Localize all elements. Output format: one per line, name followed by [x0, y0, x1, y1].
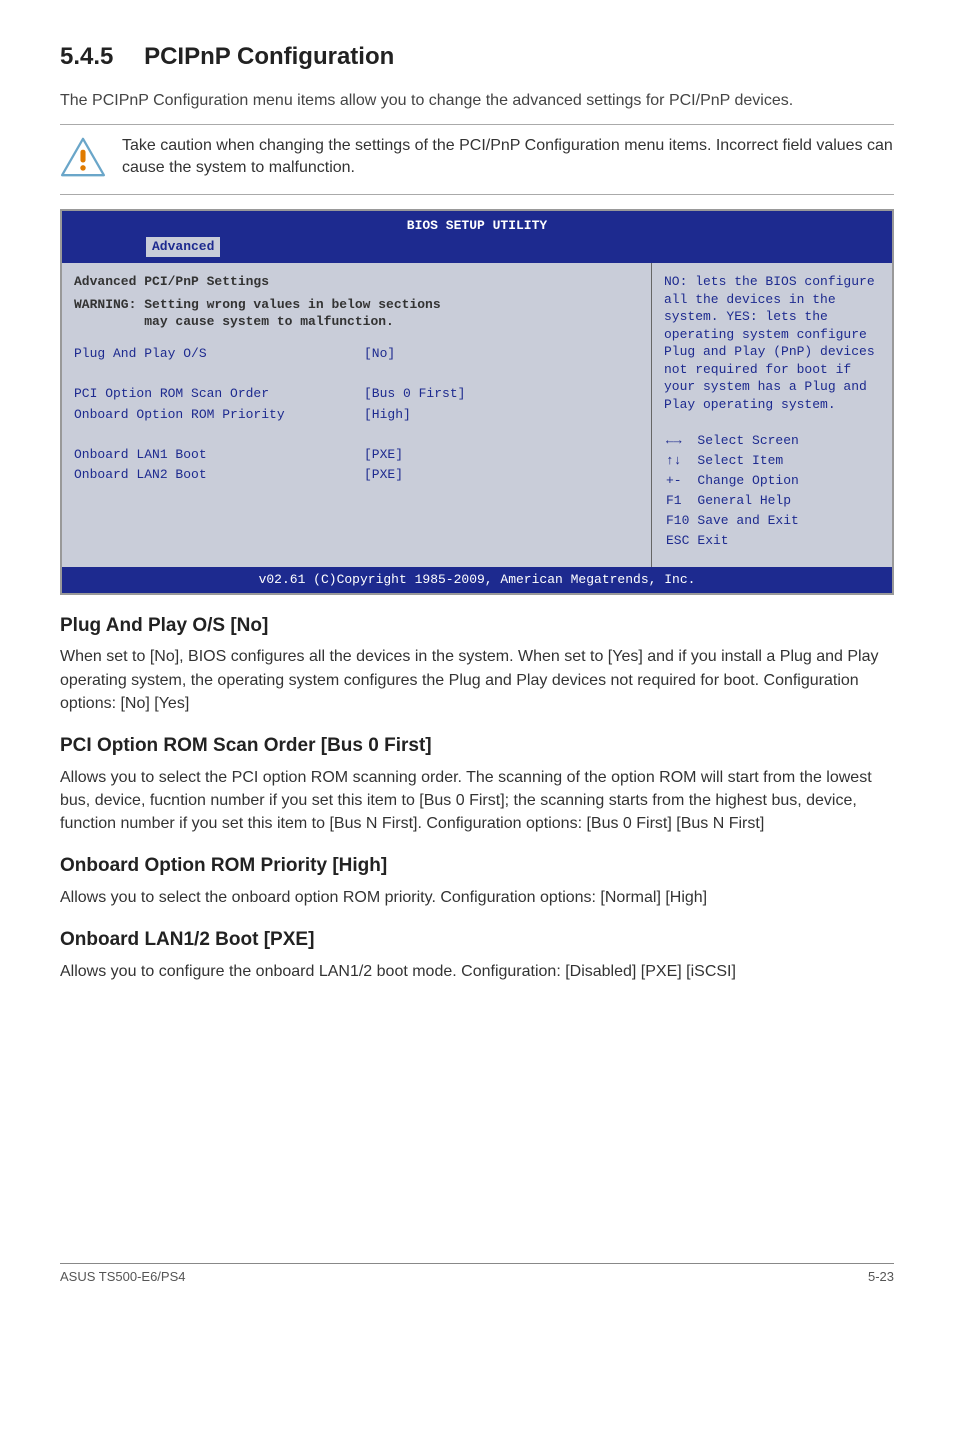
bios-body: Advanced PCI/PnP Settings WARNING: Setti… [62, 263, 892, 567]
subsection-heading: Onboard LAN1/2 Boot [PXE] [60, 927, 894, 954]
bios-footer: v02.61 (C)Copyright 1985-2009, American … [62, 567, 892, 593]
bios-setting-row [74, 426, 639, 444]
bios-tab-advanced: Advanced [146, 237, 220, 257]
bios-setting-key: Plug And Play O/S [74, 345, 364, 363]
bios-setting-value: [No] [364, 345, 639, 363]
bios-left-header: Advanced PCI/PnP Settings [74, 273, 639, 291]
footer-left: ASUS TS500-E6/PS4 [60, 1268, 186, 1286]
subsection-body: Allows you to select the onboard option … [60, 886, 894, 909]
bios-setting-key: Onboard LAN2 Boot [74, 466, 364, 484]
bios-key-action: Select Item [697, 452, 804, 470]
bios-tab-row: Advanced [66, 235, 888, 259]
bios-setting-value: [PXE] [364, 446, 639, 464]
page-footer: ASUS TS500-E6/PS4 5-23 [60, 1268, 894, 1286]
bios-key: ESC [666, 532, 695, 550]
subsection-heading: Plug And Play O/S [No] [60, 613, 894, 640]
bios-key: +- [666, 472, 695, 490]
bios-left-warning: WARNING: Setting wrong values in below s… [74, 297, 639, 331]
divider [60, 194, 894, 195]
bios-setting-row: PCI Option ROM Scan Order[Bus 0 First] [74, 385, 639, 403]
subsection-body: Allows you to configure the onboard LAN1… [60, 960, 894, 983]
bios-setting-row: Onboard LAN1 Boot[PXE] [74, 446, 639, 464]
bios-setting-value: [High] [364, 406, 639, 424]
bios-key: ←→ [666, 432, 695, 450]
section-heading: 5.4.5 PCIPnP Configuration [60, 40, 894, 74]
bios-key-legend: ←→Select Screen↑↓Select Item+-Change Opt… [664, 430, 807, 553]
bios-setting-key: Onboard LAN1 Boot [74, 446, 364, 464]
bios-key-row: F1General Help [666, 492, 805, 510]
bios-setting-key: PCI Option ROM Scan Order [74, 385, 364, 403]
bios-help-text: NO: lets the BIOS configure all the devi… [664, 273, 882, 413]
bios-setting-value: [PXE] [364, 466, 639, 484]
bios-right-pane: NO: lets the BIOS configure all the devi… [652, 263, 892, 567]
bios-setting-value: [Bus 0 First] [364, 385, 639, 403]
caution-callout: Take caution when changing the settings … [60, 131, 894, 188]
divider [60, 124, 894, 125]
bios-setting-row [74, 365, 639, 383]
bios-key-action: General Help [697, 492, 804, 510]
bios-key-row: ↑↓Select Item [666, 452, 805, 470]
bios-key: ↑↓ [666, 452, 695, 470]
bios-title: BIOS SETUP UTILITY [66, 217, 888, 235]
bios-key-action: Save and Exit [697, 512, 804, 530]
subsection-body: Allows you to select the PCI option ROM … [60, 766, 894, 836]
bios-key-row: +-Change Option [666, 472, 805, 490]
footer-right: 5-23 [868, 1268, 894, 1286]
bios-screenshot: BIOS SETUP UTILITY Advanced Advanced PCI… [60, 209, 894, 595]
section-lead: The PCIPnP Configuration menu items allo… [60, 90, 894, 112]
bios-header: BIOS SETUP UTILITY Advanced [62, 211, 892, 263]
section-title-text: PCIPnP Configuration [144, 43, 394, 70]
bios-key: F1 [666, 492, 695, 510]
page-footer-divider [60, 1263, 894, 1264]
bios-setting-row: Plug And Play O/S[No] [74, 345, 639, 363]
subsection-heading: PCI Option ROM Scan Order [Bus 0 First] [60, 733, 894, 760]
section-number: 5.4.5 [60, 40, 113, 74]
bios-key-action: Exit [697, 532, 804, 550]
bios-setting-row: Onboard Option ROM Priority[High] [74, 406, 639, 424]
bios-key-action: Select Screen [697, 432, 804, 450]
bios-key-row: F10Save and Exit [666, 512, 805, 530]
bios-key: F10 [666, 512, 695, 530]
subsection-heading: Onboard Option ROM Priority [High] [60, 853, 894, 880]
bios-key-row: ←→Select Screen [666, 432, 805, 450]
bios-setting-row: Onboard LAN2 Boot[PXE] [74, 466, 639, 484]
subsection-body: When set to [No], BIOS configures all th… [60, 645, 894, 715]
bios-left-pane: Advanced PCI/PnP Settings WARNING: Setti… [62, 263, 652, 567]
bios-key-action: Change Option [697, 472, 804, 490]
caution-icon [60, 137, 106, 177]
bios-setting-key: Onboard Option ROM Priority [74, 406, 364, 424]
bios-key-row: ESCExit [666, 532, 805, 550]
caution-text: Take caution when changing the settings … [122, 135, 894, 180]
